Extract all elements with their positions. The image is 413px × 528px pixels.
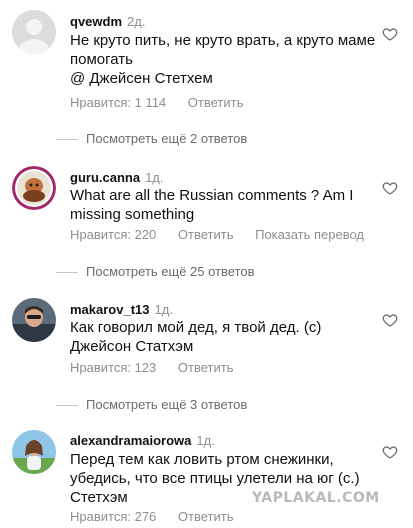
comment-text: Не круто пить, не круто врать, а круто м… (70, 32, 376, 87)
default-avatar-icon (12, 10, 56, 54)
comment-actions: Нравится: 220 Ответить Показать перевод (70, 227, 382, 242)
likes-count[interactable]: Нравится: 220 (70, 227, 156, 242)
show-translation-button[interactable]: Показать перевод (255, 227, 364, 242)
reply-button[interactable]: Ответить (178, 509, 234, 524)
likes-count[interactable]: Нравится: 123 (70, 360, 156, 375)
divider (56, 272, 78, 274)
view-more-replies[interactable]: Посмотреть ещё 2 ответов (56, 131, 247, 146)
comment-text: What are all the Russian comments ? Am I… (70, 187, 354, 223)
comment-time: 2д. (127, 14, 146, 29)
reply-button[interactable]: Ответить (178, 227, 234, 242)
username[interactable]: guru.canna 1д. (70, 170, 164, 185)
heart-icon[interactable] (382, 26, 398, 42)
username[interactable]: alexandramaiorowa 1д. (70, 433, 215, 448)
view-more-replies[interactable]: Посмотреть ещё 25 ответов (56, 264, 255, 279)
comment-actions: Нравится: 123 Ответить (70, 360, 251, 375)
divider (56, 139, 78, 141)
comment-time: 1д. (145, 170, 164, 185)
view-more-replies[interactable]: Посмотреть ещё 3 ответов (56, 397, 247, 412)
comment-time: 1д. (196, 433, 215, 448)
reply-button[interactable]: Ответить (188, 95, 244, 110)
comment-time: 1д. (154, 302, 173, 317)
avatar[interactable] (12, 166, 56, 210)
reply-button[interactable]: Ответить (178, 360, 234, 375)
avatar[interactable] (12, 430, 56, 474)
likes-count[interactable]: Нравится: 276 (70, 509, 156, 524)
likes-count[interactable]: Нравится: 1 114 (70, 95, 166, 110)
heart-icon[interactable] (382, 180, 398, 196)
divider (56, 405, 78, 407)
profile-photo-icon (12, 166, 56, 210)
username[interactable]: qvewdm 2д. (70, 14, 145, 29)
heart-icon[interactable] (382, 444, 398, 460)
comment-actions: Нравится: 1 114 Ответить (70, 95, 261, 110)
profile-photo-icon (12, 298, 56, 342)
comment-text: Как говорил мой дед, я твой дед. (с) Дже… (70, 319, 322, 355)
avatar[interactable] (12, 10, 56, 54)
watermark: YAPLAKAL.COM (252, 490, 380, 506)
avatar[interactable] (12, 298, 56, 342)
profile-photo-icon (12, 430, 56, 474)
comment-actions: Нравится: 276 Ответить (70, 509, 251, 524)
heart-icon[interactable] (382, 312, 398, 328)
username[interactable]: makarov_t13 1д. (70, 302, 173, 317)
